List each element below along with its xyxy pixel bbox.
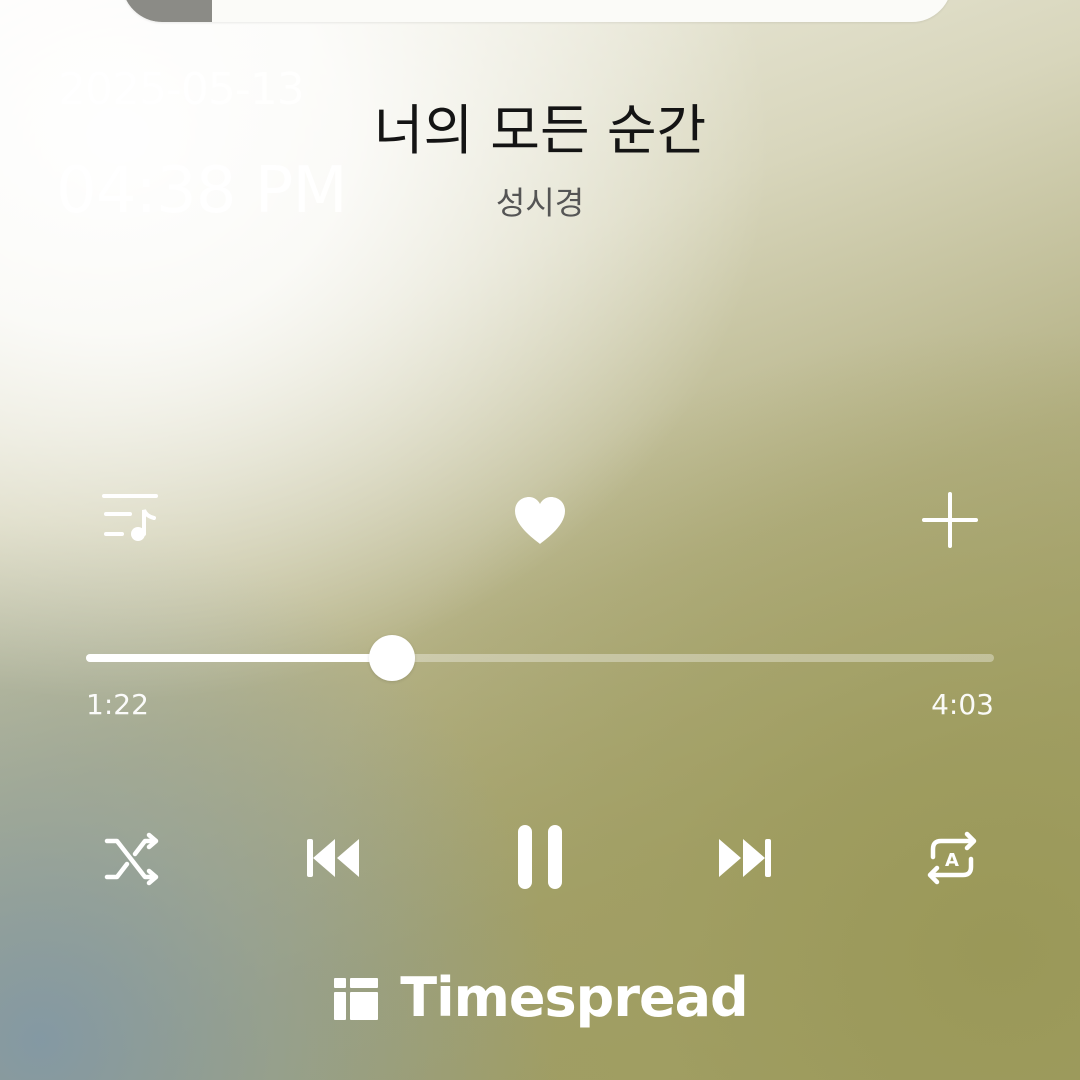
skip-next-icon[interactable] [714, 830, 776, 886]
album-card-edge [122, 0, 952, 22]
plus-icon[interactable] [918, 488, 982, 552]
pause-icon[interactable] [508, 822, 572, 892]
repeat-a-icon[interactable]: A [920, 826, 984, 890]
elapsed-time: 1:22 [86, 688, 149, 721]
artist-name[interactable]: 성시경 [0, 178, 1080, 224]
repeat-letter: A [945, 850, 959, 871]
total-time: 4:03 [931, 688, 994, 721]
progress-track[interactable] [86, 635, 994, 681]
heart-icon[interactable] [508, 490, 572, 550]
queue-music-icon[interactable] [98, 488, 162, 548]
timespread-logo-icon [334, 977, 379, 1020]
shuffle-icon[interactable] [100, 826, 164, 890]
progress-fill [86, 654, 393, 662]
skip-previous-icon[interactable] [302, 830, 364, 886]
brand-name: Timespread [400, 966, 748, 1029]
song-title: 너의 모든 순간 [373, 99, 707, 162]
brand-logo: Timespread [0, 966, 1080, 1029]
